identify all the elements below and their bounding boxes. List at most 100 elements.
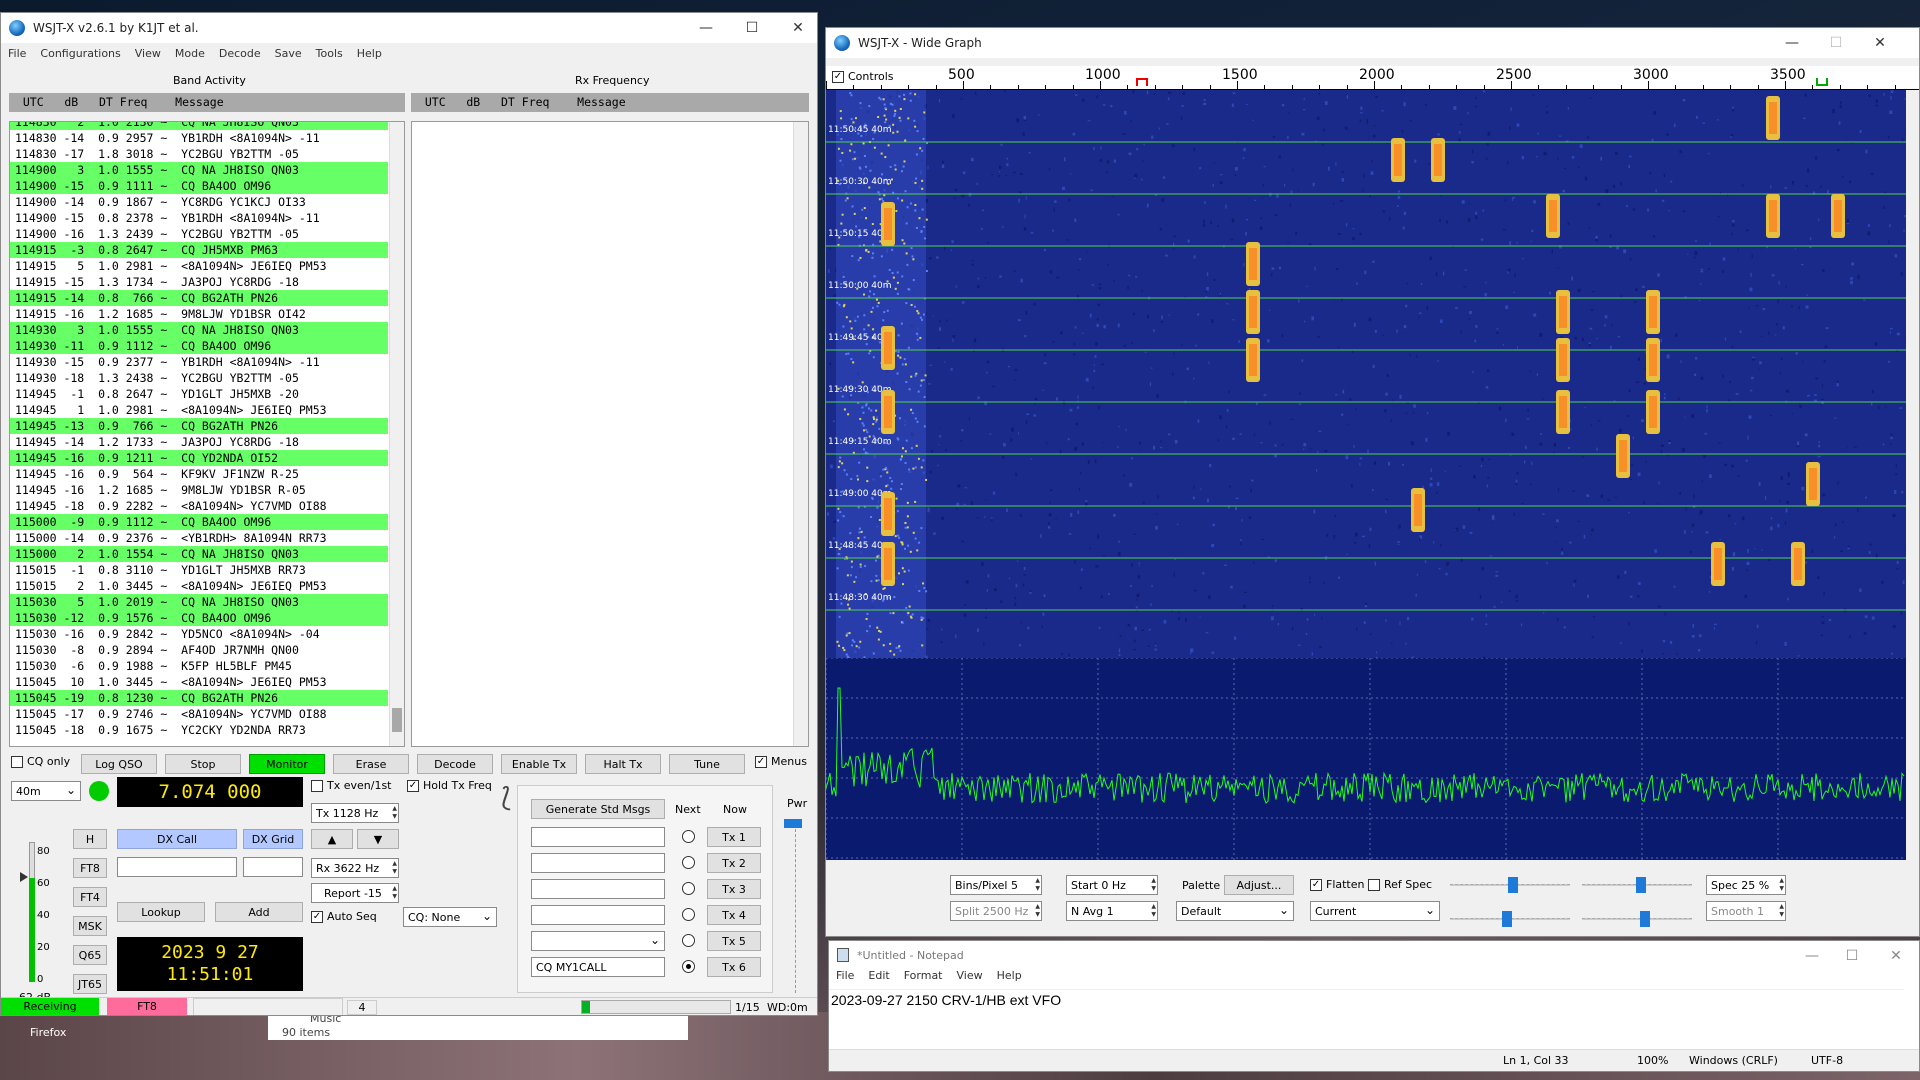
decode-row[interactable]: 114915 -3 0.8 2647 ~ CQ JH5MXB PM63 (10, 242, 388, 258)
rx-frequency-list[interactable] (411, 121, 809, 747)
freq-up-button[interactable]: ▲ (311, 829, 353, 849)
decode-row[interactable]: 114900 -15 0.9 1111 ~ CQ BA4OO OM96 (10, 178, 388, 194)
spec-zero-slider[interactable] (1582, 911, 1692, 927)
menu-view[interactable]: View (950, 969, 990, 987)
cq-select[interactable]: CQ: None (403, 907, 497, 927)
smooth-spinbox[interactable]: Smooth 1 (1706, 901, 1786, 921)
menu-format[interactable]: Format (897, 969, 950, 987)
mode-button-msk[interactable]: MSK (73, 916, 107, 936)
menu-help[interactable]: Help (350, 47, 389, 65)
rx-freq-spinbox[interactable]: Rx 3622 Hz (311, 858, 399, 878)
mode-button-jt65[interactable]: JT65 (73, 974, 107, 994)
tx5-message-select[interactable] (531, 931, 665, 951)
decode-row[interactable]: 114945 -16 0.9 564 ~ KF9KV JF1NZW R-25 (10, 466, 388, 482)
controls-checkbox[interactable]: ✓ Controls (832, 70, 894, 83)
decode-row[interactable]: 114900 -15 0.8 2378 ~ YB1RDH <8A1094N> -… (10, 210, 388, 226)
split-spinbox[interactable]: Split 2500 Hz (950, 901, 1042, 921)
decode-row[interactable]: 114945 -18 0.9 2282 ~ <8A1094N> YC7VMD O… (10, 498, 388, 514)
mode-button-h[interactable]: H (73, 829, 107, 849)
report-spinbox[interactable]: Report -15 (311, 883, 399, 903)
decode-row[interactable]: 115030 -8 0.9 2894 ~ AF4OD JR7NMH QN00 (10, 642, 388, 658)
tx-freq-spinbox[interactable]: Tx 1128 Hz (311, 803, 399, 823)
menu-help[interactable]: Help (990, 969, 1029, 987)
generate-std-msgs-button[interactable]: Generate Std Msgs (531, 799, 665, 819)
tx6-now-button[interactable]: Tx 6 (707, 957, 761, 977)
menus-checkbox[interactable]: ✓ Menus (755, 755, 807, 768)
dx-grid-input[interactable] (243, 857, 303, 877)
minimize-button[interactable]: — (1769, 28, 1815, 58)
decode-row[interactable]: 114945 -1 0.8 2647 ~ YD1GLT JH5MXB -20 (10, 386, 388, 402)
close-button[interactable]: ✕ (1873, 941, 1919, 971)
enable-tx-button[interactable]: Enable Tx (501, 754, 577, 774)
erase-button[interactable]: Erase (333, 754, 409, 774)
tx6-message-input[interactable]: CQ MY1CALL (531, 957, 665, 977)
scrollbar[interactable] (389, 122, 404, 746)
decode-row[interactable]: 114915 -14 0.8 766 ~ CQ BG2ATH PN26 (10, 290, 388, 306)
tx1-now-button[interactable]: Tx 1 (707, 827, 761, 847)
halt-tx-button[interactable]: Halt Tx (585, 754, 661, 774)
auto-seq-checkbox[interactable]: ✓ Auto Seq (311, 910, 377, 923)
decode-row[interactable]: 115030 -16 0.9 2842 ~ YD5NCO <8A1094N> -… (10, 626, 388, 642)
decode-row[interactable]: 115045 -17 0.9 2746 ~ <8A1094N> YC7VMD O… (10, 706, 388, 722)
tx4-message-input[interactable] (531, 905, 665, 925)
tx1-next-radio[interactable] (682, 830, 695, 843)
decode-row[interactable]: 114830 -14 0.9 2957 ~ YB1RDH <8A1094N> -… (10, 130, 388, 146)
band-select[interactable]: 40m (11, 781, 81, 801)
decode-row[interactable]: 115015 -1 0.8 3110 ~ YD1GLT JH5MXB RR73 (10, 562, 388, 578)
tx4-now-button[interactable]: Tx 4 (707, 905, 761, 925)
menu-edit[interactable]: Edit (861, 969, 896, 987)
stop-button[interactable]: Stop (165, 754, 241, 774)
start-freq-spinbox[interactable]: Start 0 Hz (1066, 875, 1158, 895)
bins-per-pixel-spinbox[interactable]: Bins/Pixel 5 (950, 875, 1042, 895)
decode-row[interactable]: 115000 2 1.0 1554 ~ CQ NA JH8ISO QN03 (10, 546, 388, 562)
decode-row[interactable]: 114930 3 1.0 1555 ~ CQ NA JH8ISO QN03 (10, 322, 388, 338)
tx6-next-radio[interactable] (682, 960, 695, 973)
decode-row[interactable]: 114930 -18 1.3 2438 ~ YC2BGU YB2TTM -05 (10, 370, 388, 386)
maximize-button[interactable]: ☐ (729, 13, 775, 43)
tune-button[interactable]: Tune (669, 754, 745, 774)
decode-row[interactable]: 115000 -14 0.9 2376 ~ <YB1RDH> 8A1094N R… (10, 530, 388, 546)
decode-row[interactable]: 115000 -9 0.9 1112 ~ CQ BA4OO OM96 (10, 514, 388, 530)
mode-button-q65[interactable]: Q65 (73, 945, 107, 965)
close-button[interactable]: ✕ (1857, 28, 1903, 58)
flatten-checkbox[interactable]: ✓ Flatten (1310, 878, 1365, 891)
tx4-next-radio[interactable] (682, 908, 695, 921)
decode-row[interactable]: 114900 -16 1.3 2439 ~ YC2BGU YB2TTM -05 (10, 226, 388, 242)
menu-mode[interactable]: Mode (168, 47, 212, 65)
tx5-now-button[interactable]: Tx 5 (707, 931, 761, 951)
tx2-next-radio[interactable] (682, 856, 695, 869)
menu-file[interactable]: File (829, 969, 861, 987)
decode-row[interactable]: 115030 -6 0.9 1988 ~ K5FP HL5BLF PM45 (10, 658, 388, 674)
decode-row[interactable]: 114830 -17 1.8 3018 ~ YC2BGU YB2TTM -05 (10, 146, 388, 162)
dx-call-input[interactable] (117, 857, 237, 877)
decode-row[interactable]: 114915 -15 1.3 1734 ~ JA3POJ YC8RDG -18 (10, 274, 388, 290)
n-avg-spinbox[interactable]: N Avg 1 (1066, 901, 1158, 921)
menu-file[interactable]: File (1, 47, 33, 65)
decode-row[interactable]: 114945 -13 0.9 766 ~ CQ BG2ATH PN26 (10, 418, 388, 434)
menu-tools[interactable]: Tools (309, 47, 350, 65)
decode-row[interactable]: 115045 10 1.0 3445 ~ <8A1094N> JE6IEQ PM… (10, 674, 388, 690)
decode-row[interactable]: 114915 -16 1.2 1685 ~ 9M8LJW YD1BSR OI42 (10, 306, 388, 322)
notepad-text-area[interactable]: 2023-09-27 2150 CRV-1/HB ext VFO (829, 989, 1904, 1045)
decode-row[interactable]: 114945 -16 0.9 1211 ~ CQ YD2NDA OI52 (10, 450, 388, 466)
decode-row[interactable]: 114900 -14 0.9 1867 ~ YC8RDG YC1KCJ OI33 (10, 194, 388, 210)
freq-down-button[interactable]: ▼ (357, 829, 399, 849)
lookup-button[interactable]: Lookup (117, 902, 205, 922)
decode-row[interactable]: 114915 5 1.0 2981 ~ <8A1094N> JE6IEQ PM5… (10, 258, 388, 274)
mode-button-ft8[interactable]: FT8 (73, 858, 107, 878)
tx2-now-button[interactable]: Tx 2 (707, 853, 761, 873)
spectrum-mode-select[interactable]: Current (1310, 901, 1440, 921)
firefox-desktop-label[interactable]: Firefox (30, 1026, 66, 1039)
add-button[interactable]: Add (215, 902, 303, 922)
tx3-message-input[interactable] (531, 879, 665, 899)
tx1-message-input[interactable] (531, 827, 665, 847)
ref-spec-checkbox[interactable]: Ref Spec (1368, 878, 1432, 891)
decode-row[interactable]: 115015 2 1.0 3445 ~ <8A1094N> JE6IEQ PM5… (10, 578, 388, 594)
menu-configurations[interactable]: Configurations (33, 47, 127, 65)
maximize-button[interactable]: ☐ (1813, 28, 1859, 58)
adjust-button[interactable]: Adjust... (1224, 875, 1294, 895)
close-button[interactable]: ✕ (775, 13, 817, 43)
decode-row[interactable]: 114830 2 1.0 2130 ~ CQ NA JH8ISO QN03 (10, 122, 388, 130)
decode-row[interactable]: 114900 3 1.0 1555 ~ CQ NA JH8ISO QN03 (10, 162, 388, 178)
menu-view[interactable]: View (128, 47, 168, 65)
